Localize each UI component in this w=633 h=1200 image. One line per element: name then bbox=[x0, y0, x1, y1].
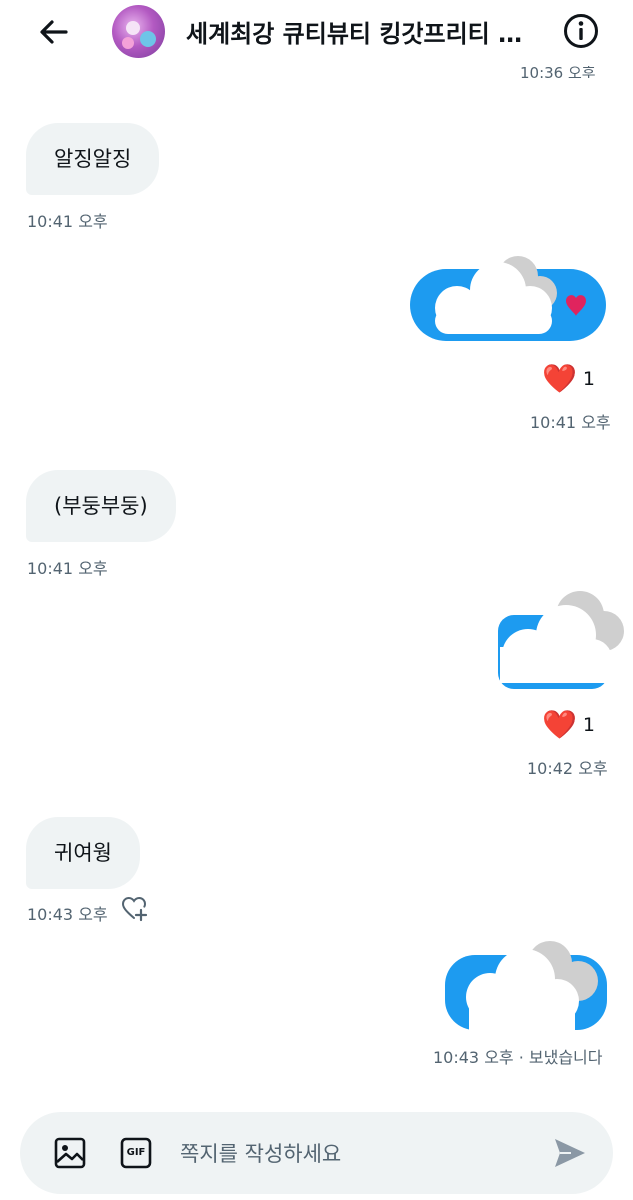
message-timestamp: 10:41 오후 bbox=[27, 212, 108, 231]
incoming-message-bubble[interactable]: (부둥부둥) bbox=[26, 470, 176, 542]
message-timestamp: 10:43 오후 bbox=[27, 905, 108, 924]
media-button[interactable] bbox=[53, 1136, 87, 1174]
message-text: 귀여웡 bbox=[54, 841, 112, 865]
gif-label: GIF bbox=[126, 1147, 146, 1158]
arrow-left-icon bbox=[40, 20, 68, 44]
image-icon bbox=[54, 1137, 86, 1169]
message-timestamp: 10:41 오후 bbox=[27, 559, 108, 578]
message-input[interactable] bbox=[178, 1132, 542, 1176]
send-button[interactable] bbox=[551, 1134, 589, 1176]
message-timestamp: 10:42 오후 bbox=[527, 759, 608, 778]
message-reaction[interactable]: ❤️ 1 bbox=[542, 362, 595, 395]
back-button[interactable] bbox=[34, 12, 74, 52]
incoming-message-bubble[interactable]: 알징알징 bbox=[26, 123, 160, 195]
outgoing-media-message[interactable] bbox=[410, 250, 610, 345]
message-text: (부둥부둥) bbox=[54, 494, 148, 518]
heart-reaction-icon: ❤️ bbox=[542, 362, 577, 395]
message-text: 알징알징 bbox=[54, 147, 132, 171]
gif-button[interactable]: GIF bbox=[120, 1136, 152, 1170]
heart-plus-icon bbox=[121, 896, 148, 922]
message-composer: GIF bbox=[20, 1112, 613, 1194]
reaction-count: 1 bbox=[582, 713, 595, 736]
info-icon bbox=[564, 14, 598, 48]
outgoing-media-message[interactable] bbox=[498, 585, 628, 695]
message-timestamp: 10:43 오후 · 보냈습니다 bbox=[433, 1048, 603, 1067]
info-button[interactable] bbox=[562, 12, 600, 50]
add-reaction-button[interactable] bbox=[121, 896, 149, 922]
message-timestamp: 10:41 오후 bbox=[530, 413, 611, 432]
conversation-title[interactable]: 세계최강 큐티뷰티 킹갓프리티 … bbox=[186, 14, 551, 54]
heart-reaction-icon: ❤️ bbox=[542, 708, 577, 741]
message-reaction[interactable]: ❤️ 1 bbox=[542, 708, 595, 741]
outgoing-media-message[interactable] bbox=[445, 935, 610, 1035]
incoming-message-bubble[interactable]: 귀여웡 bbox=[26, 817, 140, 889]
cloud-sticker-image bbox=[445, 941, 607, 1031]
avatar[interactable] bbox=[112, 5, 165, 58]
conversation-header: 세계최강 큐티뷰티 킹갓프리티 … bbox=[0, 0, 633, 66]
cloud-sticker-image bbox=[410, 256, 606, 341]
reaction-count: 1 bbox=[582, 367, 595, 390]
cloud-sticker-image bbox=[498, 591, 624, 689]
send-icon bbox=[555, 1139, 585, 1167]
